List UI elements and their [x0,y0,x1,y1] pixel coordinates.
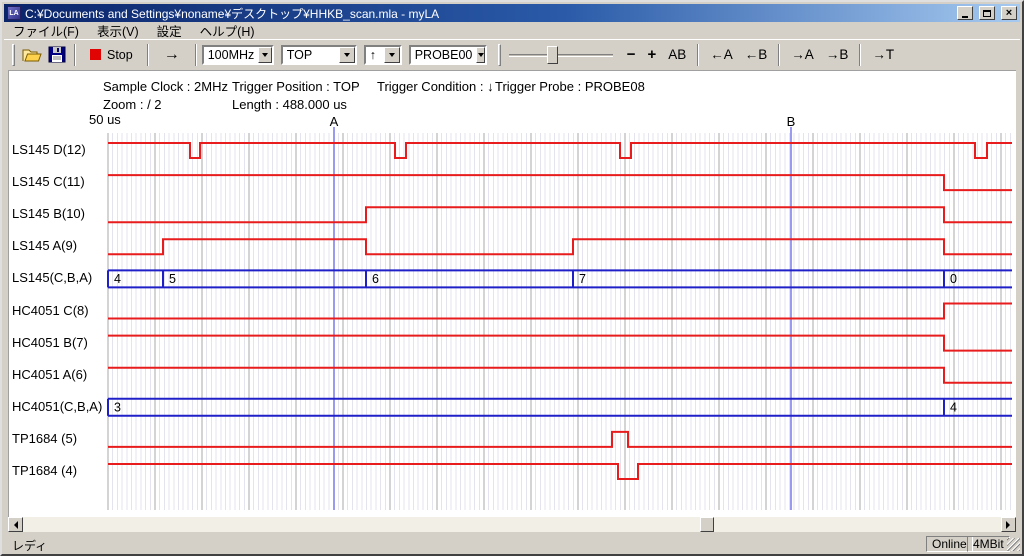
status-bar: レディ Online 4MBit [4,535,1020,553]
trigger-position-combo[interactable]: TOP [281,45,357,65]
zoom-in-button[interactable]: + [641,44,662,65]
status-message: レディ [12,537,47,554]
info-trigger-condition: Trigger Condition : ↓ [377,79,494,94]
status-memory: 4MBit [967,536,1010,552]
goto-trigger-button[interactable]: →T [866,45,900,64]
channel-label: LS145(C,B,A) [12,270,92,286]
mylа-window: { "window": { "title": "C:¥Documents and… [0,0,1024,556]
channel-label: HC4051 B(7) [12,335,88,351]
stop-label: Stop [107,48,133,62]
chevron-down-icon[interactable] [339,47,355,63]
move-a-left-button[interactable]: ←A [704,45,739,64]
toolbar-separator [74,44,76,66]
app-icon: LA [7,6,21,20]
open-folder-icon [22,47,42,63]
toolbar: Stop → 100MHz TOP ↑ PROBE00 − + AB ←A ←B… [4,39,1020,69]
arrow-left-icon [10,521,18,529]
channel-label: TP1684 (5) [12,431,77,447]
menu-view[interactable]: 表示(V) [88,21,148,40]
ab-range-button[interactable]: AB [662,45,692,64]
sample-clock-value: 100MHz [204,48,259,62]
toolbar-separator [859,44,861,66]
zoom-slider-track[interactable] [509,54,613,57]
move-b-right-button[interactable]: →B [820,45,855,64]
maximize-button[interactable] [979,6,995,20]
zoom-slider-thumb[interactable] [547,46,558,64]
channel-label: TP1684 (4) [12,463,77,479]
single-run-button[interactable]: → [154,46,190,64]
chevron-down-icon[interactable] [476,47,484,63]
minimize-button[interactable] [957,6,973,20]
close-button[interactable]: × [1001,6,1017,20]
stop-icon [90,49,101,60]
info-length: Length : 488.000 us [232,97,347,112]
menu-help[interactable]: ヘルプ(H) [191,21,264,40]
channel-label: LS145 A(9) [12,238,77,254]
channel-label: HC4051(C,B,A) [12,399,102,415]
toolbar-grip[interactable] [498,44,501,66]
menu-settings[interactable]: 設定 [148,21,191,40]
save-button[interactable] [44,43,69,67]
maximize-icon [983,10,991,17]
chevron-down-icon[interactable] [384,47,400,63]
arrow-right-icon [1006,521,1014,529]
info-trigger-probe: Trigger Probe : PROBE08 [495,79,645,94]
scroll-left-button[interactable] [8,517,23,532]
move-b-left-button[interactable]: ←B [739,45,774,64]
toolbar-separator [147,44,149,66]
minimize-icon [962,16,968,18]
channel-label: HC4051 A(6) [12,367,87,383]
info-trigger-position: Trigger Position : TOP [232,79,360,94]
trigger-edge-combo[interactable]: ↑ [364,45,402,65]
save-floppy-icon [48,46,66,63]
toolbar-grip[interactable] [12,44,15,66]
time-scale-label: 50 us [89,112,121,127]
info-sample-clock: Sample Clock : 2MHz [103,79,228,94]
window-title: C:¥Documents and Settings¥noname¥デスクトップ¥… [25,5,951,22]
stop-button[interactable]: Stop [81,43,142,67]
close-icon: × [1006,8,1012,18]
zoom-out-button[interactable]: − [621,44,642,65]
chevron-down-icon[interactable] [258,47,271,63]
trigger-position-value: TOP [283,48,339,62]
menu-file[interactable]: ファイル(F) [4,21,88,40]
channel-label: HC4051 C(8) [12,303,89,319]
sample-clock-combo[interactable]: 100MHz [202,45,274,65]
toolbar-separator [697,44,699,66]
channel-label: LS145 D(12) [12,142,86,158]
trigger-probe-combo[interactable]: PROBE00 [409,45,487,65]
channel-label: LS145 C(11) [12,174,85,190]
toolbar-separator [778,44,780,66]
scrollbar-thumb[interactable] [700,517,714,532]
trigger-edge-value: ↑ [366,48,384,62]
info-zoom: Zoom : / 2 [103,97,162,112]
status-online: Online [926,536,973,552]
channel-label: LS145 B(10) [12,206,85,222]
open-button[interactable] [19,43,44,67]
menu-bar: ファイル(F) 表示(V) 設定 ヘルプ(H) [4,23,1020,38]
horizontal-scrollbar[interactable] [8,517,1016,532]
trigger-probe-value: PROBE00 [411,48,477,62]
toolbar-separator [195,44,197,66]
waveform-panel [8,70,1016,517]
scroll-right-button[interactable] [1001,517,1016,532]
move-a-right-button[interactable]: →A [785,45,820,64]
zoom-slider[interactable] [509,43,613,67]
resize-grip[interactable] [1007,538,1020,551]
title-bar[interactable]: LA C:¥Documents and Settings¥noname¥デスクト… [4,4,1020,22]
